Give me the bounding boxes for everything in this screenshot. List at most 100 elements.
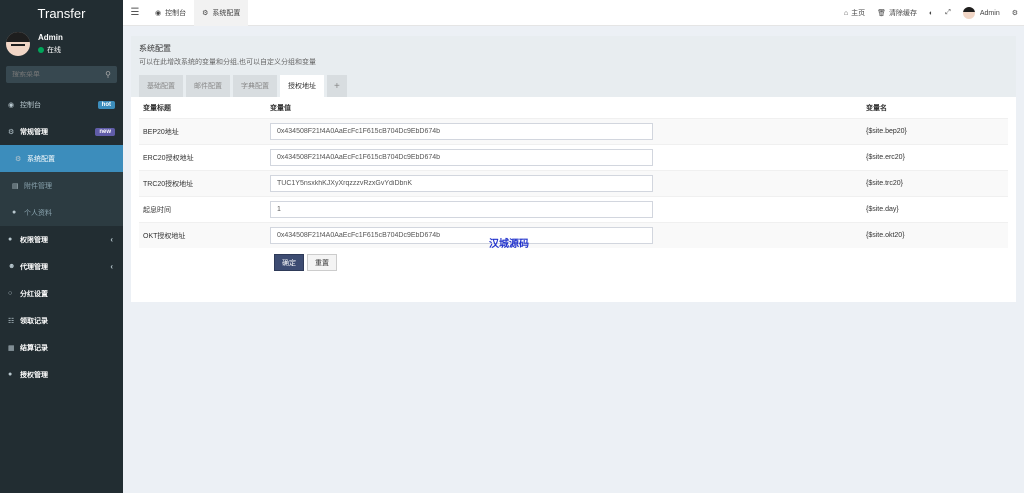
sidebar-item-attachments[interactable]: ▤ 附件管理 bbox=[0, 172, 123, 199]
sidebar-item-permissions[interactable]: ● 权限管理 ‹ bbox=[0, 226, 123, 253]
sidebar-item-label: 结算记录 bbox=[20, 344, 48, 352]
sidebar-item-system-config[interactable]: ⚙ 系统配置 bbox=[0, 145, 123, 172]
bank-icon: ☷ bbox=[8, 317, 15, 325]
dashboard-icon: ◉ bbox=[155, 9, 162, 17]
row-variable-name: {$site.okt20} bbox=[866, 232, 905, 239]
cogs-icon: ⚙ bbox=[8, 128, 15, 136]
language-icon[interactable]: ◐ bbox=[923, 0, 939, 26]
chevron-left-icon: ‹ bbox=[110, 235, 113, 244]
gear-icon: ⚙ bbox=[202, 9, 209, 17]
page-title: 系统配置 bbox=[139, 44, 171, 53]
page-description: 可以在此增改系统的变量和分组,也可以自定义分组和变量 bbox=[139, 59, 316, 66]
row-title: TRC20授权地址 bbox=[143, 180, 194, 188]
sidebar-item-label: 分红设置 bbox=[20, 290, 48, 298]
gear-icon: ⚙ bbox=[15, 155, 22, 163]
table-row: BEP20地址 {$site.bep20} bbox=[139, 118, 1008, 144]
tab-label: 系统配置 bbox=[212, 9, 241, 17]
row-variable-name: {$site.day} bbox=[866, 206, 899, 213]
table-row: TRC20授权地址 {$site.trc20} bbox=[139, 170, 1008, 196]
fullscreen-icon[interactable]: ⤢ bbox=[939, 0, 957, 26]
menu-search: ⚲ bbox=[6, 66, 117, 83]
row-variable-name: {$site.bep20} bbox=[866, 128, 907, 135]
home-link[interactable]: ⌂ 主页 bbox=[838, 0, 871, 26]
menu-toggle-icon[interactable]: ☰ bbox=[123, 7, 147, 18]
okt-address-input[interactable] bbox=[270, 227, 653, 244]
sidebar-item-label: 代理管理 bbox=[20, 263, 48, 271]
sidebar: Transfer Admin 在线 ⚲ ◉ 控制台 hot ⚙ 常规管理 new… bbox=[0, 0, 123, 493]
row-title: OKT授权地址 bbox=[143, 232, 186, 240]
confirm-button[interactable]: 确定 bbox=[274, 254, 304, 271]
circle-icon: ○ bbox=[8, 290, 13, 297]
settings-icon[interactable]: ⚙ bbox=[1006, 0, 1024, 26]
user-menu[interactable]: Admin bbox=[957, 0, 1006, 26]
user-circle-icon: ☻ bbox=[8, 263, 16, 270]
sidebar-item-label: 权限管理 bbox=[20, 236, 48, 244]
avatar bbox=[962, 7, 975, 19]
clear-cache-button[interactable]: 🗑 清除缓存 bbox=[871, 0, 923, 26]
sidebar-item-agents[interactable]: ☻ 代理管理 ‹ bbox=[0, 253, 123, 280]
config-tabs: 基础配置 邮件配置 字典配置 授权地址 + bbox=[139, 75, 350, 97]
trash-icon: 🗑 bbox=[877, 10, 887, 17]
sidebar-item-label: 授权管理 bbox=[20, 371, 48, 379]
menu-search-input[interactable] bbox=[12, 71, 92, 78]
tab-dictionary[interactable]: 字典配置 bbox=[233, 75, 277, 97]
tab-auth-address[interactable]: 授权地址 bbox=[280, 75, 324, 97]
user-avatar bbox=[6, 31, 30, 56]
tab-basic[interactable]: 基础配置 bbox=[139, 75, 183, 97]
search-icon[interactable]: ⚲ bbox=[105, 70, 111, 79]
sidebar-item-profile[interactable]: ● 个人资料 bbox=[0, 199, 123, 226]
sidebar-item-label: 常规管理 bbox=[20, 128, 48, 136]
sidebar-item-dividends[interactable]: ○ 分红设置 bbox=[0, 280, 123, 307]
row-title: BEP20地址 bbox=[143, 128, 179, 136]
app-logo[interactable]: Transfer bbox=[0, 0, 123, 26]
tab-email[interactable]: 邮件配置 bbox=[186, 75, 230, 97]
form-actions: 确定 重置 bbox=[274, 254, 1016, 271]
users-icon: ● bbox=[8, 371, 13, 378]
row-title: 起息时间 bbox=[143, 206, 171, 214]
chevron-left-icon: ‹ bbox=[110, 262, 113, 271]
row-variable-name: {$site.trc20} bbox=[866, 180, 903, 187]
column-header-name: 变量名 bbox=[866, 104, 887, 112]
sidebar-item-authorizations[interactable]: ● 授权管理 bbox=[0, 361, 123, 388]
sidebar-item-label: 个人资料 bbox=[24, 209, 52, 217]
erc20-address-input[interactable] bbox=[270, 149, 653, 166]
panel-heading: 系统配置 可以在此增改系统的变量和分组,也可以自定义分组和变量 基础配置 邮件配… bbox=[131, 36, 1016, 97]
calculator-icon: ▦ bbox=[8, 344, 15, 352]
sidebar-item-label: 控制台 bbox=[20, 101, 41, 109]
table-header: 变量标题 变量值 变量名 bbox=[139, 97, 1008, 118]
top-header: ☰ ◉ 控制台 ⚙ 系统配置 ⌂ 主页 🗑 清除缓存 ◐ ⤢ Admin ⚙ bbox=[123, 0, 1024, 26]
sidebar-menu: ◉ 控制台 hot ⚙ 常规管理 new ⚙ 系统配置 ▤ 附件管理 ● 个人资… bbox=[0, 91, 123, 388]
row-variable-name: {$site.erc20} bbox=[866, 154, 905, 161]
config-table: 变量标题 变量值 变量名 BEP20地址 {$site.bep20} ERC20… bbox=[139, 97, 1008, 248]
user-icon: ● bbox=[12, 209, 17, 216]
home-icon: ⌂ bbox=[843, 9, 849, 17]
column-header-title: 变量标题 bbox=[143, 104, 171, 112]
user-name: Admin bbox=[38, 32, 63, 42]
tab-dashboard[interactable]: ◉ 控制台 bbox=[147, 0, 194, 26]
interest-start-input[interactable] bbox=[270, 201, 653, 218]
trc20-address-input[interactable] bbox=[270, 175, 653, 192]
reset-button[interactable]: 重置 bbox=[307, 254, 337, 271]
add-tab-button[interactable]: + bbox=[327, 75, 347, 97]
watermark: 汉城源码 bbox=[489, 239, 529, 250]
online-dot-icon bbox=[38, 46, 44, 53]
users-icon: ● bbox=[8, 236, 13, 243]
new-badge: new bbox=[95, 127, 115, 136]
sidebar-item-settlements[interactable]: ▦ 结算记录 bbox=[0, 334, 123, 361]
bep20-address-input[interactable] bbox=[270, 123, 653, 140]
column-header-value: 变量值 bbox=[270, 104, 291, 112]
hot-badge: hot bbox=[97, 100, 115, 109]
user-panel: Admin 在线 bbox=[0, 26, 123, 61]
table-row: OKT授权地址 {$site.okt20} bbox=[139, 222, 1008, 248]
row-title: ERC20授权地址 bbox=[143, 154, 194, 162]
user-status-label: 在线 bbox=[47, 46, 61, 54]
sidebar-item-general[interactable]: ⚙ 常规管理 new bbox=[0, 118, 123, 145]
sidebar-item-dashboard[interactable]: ◉ 控制台 hot bbox=[0, 91, 123, 118]
tab-system-config[interactable]: ⚙ 系统配置 bbox=[194, 0, 249, 26]
sidebar-item-claims[interactable]: ☷ 领取记录 bbox=[0, 307, 123, 334]
tab-label: 控制台 bbox=[165, 9, 187, 17]
home-label: 主页 bbox=[851, 10, 866, 17]
file-icon: ▤ bbox=[12, 182, 19, 190]
sidebar-item-label: 系统配置 bbox=[27, 155, 55, 163]
user-status: 在线 bbox=[38, 45, 63, 55]
